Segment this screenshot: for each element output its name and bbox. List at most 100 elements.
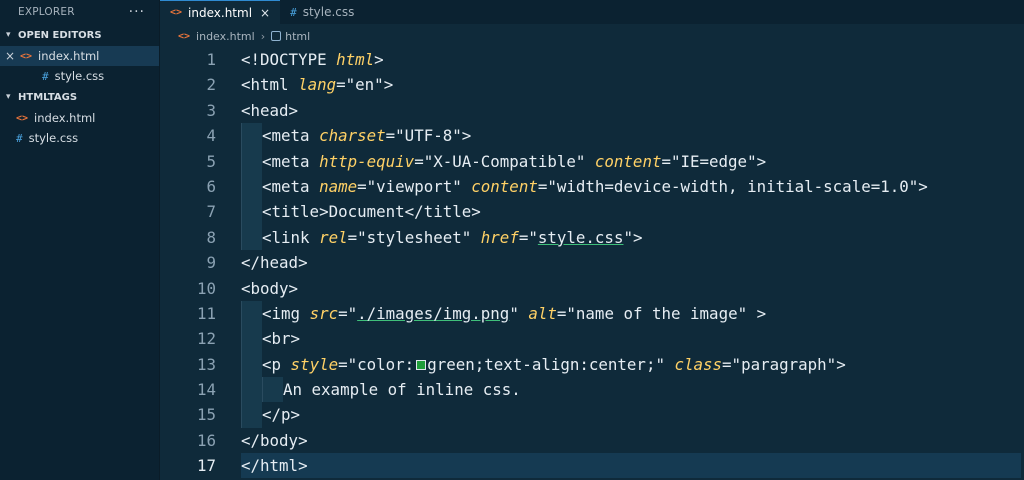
chevron-right-icon: ›	[260, 29, 266, 43]
code-token: href	[480, 227, 519, 247]
line-number: 14	[196, 380, 216, 400]
line-number: 17	[196, 456, 216, 476]
open-editors-section[interactable]: ▾ OPEN EDITORS	[0, 24, 159, 46]
html-file-icon: <>	[178, 30, 191, 42]
code-token: <head>	[241, 100, 299, 120]
indent-guide	[262, 377, 283, 403]
editor-tabs: <> index.html × # style.css	[160, 0, 1024, 24]
color-swatch[interactable]	[416, 360, 427, 371]
code-token: </body>	[241, 430, 308, 450]
code-token: >	[756, 303, 767, 323]
line-number: 15	[196, 405, 216, 425]
breadcrumb-item[interactable]: html	[285, 30, 310, 43]
html-file-icon: <>	[20, 50, 33, 62]
code-token: >	[374, 50, 384, 69]
tab-index-html[interactable]: <> index.html ×	[160, 0, 281, 24]
line-number: 1	[206, 50, 216, 69]
code-token: ="	[338, 303, 358, 323]
code-token: content	[471, 176, 538, 196]
code-token: </head>	[241, 253, 308, 273]
htmltags-section[interactable]: ▾ HTMLTAGS	[0, 86, 159, 108]
code-line[interactable]: </html>	[241, 453, 1024, 478]
indent-guide	[241, 123, 262, 149]
code-token: ="width=device-width, initial-scale=1.0"	[537, 176, 919, 196]
code-token: "	[509, 303, 529, 323]
code-line[interactable]: </body>	[241, 428, 1024, 453]
more-actions-icon[interactable]: ···	[129, 4, 145, 20]
code-token: <br>	[262, 329, 301, 349]
code-line[interactable]: <html lang="en">	[241, 72, 1024, 97]
code-token: <link	[262, 227, 320, 247]
indent-guide	[241, 173, 262, 200]
code-token: </html>	[241, 456, 308, 476]
code-token: >	[632, 227, 643, 247]
code-token: class	[674, 354, 723, 374]
line-number: 9	[206, 253, 216, 273]
code-line[interactable]: An example of inline css.	[241, 377, 1024, 403]
line-number: 2	[206, 75, 216, 95]
breadcrumb-file[interactable]: index.html	[196, 30, 255, 43]
indent-guide	[241, 402, 262, 428]
indent-guide	[241, 224, 262, 251]
code-token: charset	[319, 126, 386, 146]
explorer-sidebar: EXPLORER ··· ▾ OPEN EDITORS × <> index.h…	[0, 0, 160, 480]
code-line[interactable]: </p>	[241, 402, 1024, 428]
indent-guide	[241, 377, 262, 403]
breadcrumb: <> index.html › html	[160, 25, 1024, 47]
explorer-title: EXPLORER	[18, 6, 75, 18]
code-line[interactable]: <link rel="stylesheet" href="style.css">	[241, 224, 1024, 251]
code-token: rel	[319, 227, 348, 247]
code-line[interactable]: <meta name="viewport" content="width=dev…	[241, 173, 1024, 200]
css-file-icon: #	[16, 131, 23, 145]
file-link[interactable]: ./images/img.png	[357, 304, 509, 323]
code-token: lang	[298, 75, 337, 95]
code-lines[interactable]: <!DOCTYPE html> <html lang="en"> <head> …	[241, 47, 1024, 479]
code-token: <!DOCTYPE	[241, 50, 337, 69]
line-number: 7	[206, 202, 216, 222]
symbol-icon	[271, 31, 282, 41]
code-line[interactable]: <meta http-equiv="X-UA-Compatible" conte…	[241, 148, 1024, 174]
line-number: 10	[196, 278, 216, 298]
code-line[interactable]: </head>	[241, 250, 1024, 275]
indent-guide	[241, 199, 262, 225]
file-name: style.css	[28, 131, 79, 145]
code-token: html	[336, 50, 375, 69]
code-line[interactable]: <meta charset="UTF-8">	[241, 123, 1024, 149]
line-number: 13	[196, 354, 216, 374]
indent-guide	[241, 300, 262, 327]
code-token: ="name of the image"	[556, 303, 757, 323]
close-icon[interactable]: ×	[0, 49, 20, 63]
code-token: green;text-align:center;"	[427, 354, 675, 374]
line-number: 16	[196, 430, 216, 450]
close-icon[interactable]: ×	[260, 6, 270, 20]
indent-guide	[241, 351, 262, 378]
line-number: 4	[206, 126, 216, 146]
code-line[interactable]: <!DOCTYPE html>	[241, 47, 1024, 72]
code-line[interactable]: <body>	[241, 276, 1024, 301]
code-token: >	[836, 354, 846, 374]
tab-label: style.css	[302, 5, 355, 19]
section-label: OPEN EDITORS	[18, 29, 102, 41]
file-link[interactable]: style.css	[538, 228, 624, 247]
line-numbers: 1 2 3 4 5 6 7 8 9 10 11 12 13 14 15 16 1…	[160, 47, 216, 479]
code-line[interactable]: <head>	[241, 98, 1024, 123]
file-item-style-css[interactable]: # style.css	[0, 128, 159, 148]
code-line[interactable]: <br>	[241, 326, 1024, 352]
tab-style-css[interactable]: # style.css	[280, 0, 364, 24]
code-editor[interactable]: 1 2 3 4 5 6 7 8 9 10 11 12 13 14 15 16 1…	[160, 47, 1024, 480]
code-line[interactable]: <title>Document</title>	[241, 199, 1024, 225]
code-token: name	[319, 176, 358, 196]
open-editor-item-style-css[interactable]: # style.css	[0, 66, 159, 86]
open-editor-item-index-html[interactable]: × <> index.html	[0, 46, 159, 66]
html-file-icon: <>	[170, 7, 183, 18]
css-file-icon: #	[42, 69, 49, 83]
code-line[interactable]: <p style="color: green;text-align:center;…	[241, 351, 1024, 378]
vscode-window: EXPLORER ··· ▾ OPEN EDITORS × <> index.h…	[0, 0, 1024, 480]
code-token: >	[918, 176, 928, 196]
code-token: http-equiv	[319, 151, 415, 171]
code-line[interactable]: <img src="./images/img.png" alt="name of…	[241, 300, 1024, 327]
code-token: ="UTF-8"	[385, 126, 462, 146]
code-token: <meta	[262, 151, 320, 171]
code-token: <meta	[262, 176, 320, 196]
file-item-index-html[interactable]: <> index.html	[0, 108, 159, 128]
